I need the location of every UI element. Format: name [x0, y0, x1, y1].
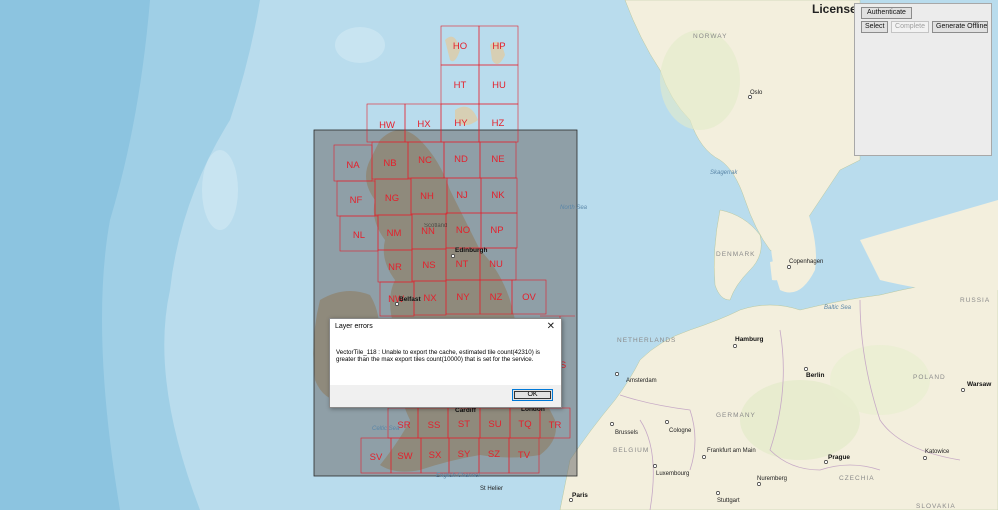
grid-label: NR	[388, 262, 402, 273]
country-label: RUSSIA	[960, 297, 990, 304]
map-view[interactable]: HO HP HT HU HW HX HY HZ NA NB NC ND NE N…	[0, 0, 998, 510]
country-label: SLOVAKIA	[916, 503, 956, 510]
sea-label: North Sea	[560, 205, 588, 211]
dialog-body: VectorTile_118 : Unable to export the ca…	[330, 335, 561, 385]
country-label: DENMARK	[716, 251, 756, 258]
country-label: POLAND	[913, 374, 946, 381]
grid-label: OV	[522, 292, 536, 303]
grid-label: NE	[491, 154, 504, 165]
grid-label: SS	[428, 420, 441, 431]
country-label: NETHERLANDS	[617, 337, 676, 344]
complete-button[interactable]: Complete	[891, 21, 929, 33]
grid-label: HT	[454, 80, 467, 91]
generate-offline-button[interactable]: Generate Offline	[932, 21, 988, 33]
dialog-title: Layer errors	[335, 323, 373, 330]
license-label: License	[812, 2, 857, 16]
grid-label: NF	[350, 195, 363, 206]
place-label: Amsterdam	[626, 378, 657, 384]
grid-label: NL	[353, 230, 365, 241]
toolbar-panel: Authenticate Select Complete Generate Of…	[854, 3, 992, 156]
grid-label: NS	[422, 260, 435, 271]
place-label: Belfast	[399, 296, 422, 303]
grid-label: TR	[549, 420, 562, 431]
ok-button[interactable]: OK	[512, 389, 553, 401]
grid-label: SZ	[488, 449, 500, 460]
sea-label: Celtic Sea	[372, 426, 400, 432]
grid-label: NH	[420, 191, 434, 202]
place-label: Edinburgh	[455, 247, 488, 254]
grid-label: NO	[456, 225, 470, 236]
place-label: Katowice	[925, 449, 950, 455]
grid-label: NP	[490, 225, 503, 236]
grid-label: NB	[383, 158, 396, 169]
place-label: Paris	[572, 492, 588, 499]
grid-label: NC	[418, 155, 432, 166]
country-label: GERMANY	[716, 412, 756, 419]
grid-label: NY	[456, 292, 470, 303]
place-label: Berlin	[806, 372, 824, 379]
grid-label: SV	[370, 452, 383, 463]
place-label: Hamburg	[735, 336, 764, 343]
error-message: VectorTile_118 : Unable to export the ca…	[336, 349, 540, 364]
grid-label: TQ	[518, 419, 531, 430]
grid-label: HY	[454, 118, 468, 129]
grid-label: HZ	[492, 118, 505, 129]
grid-label: HU	[492, 80, 506, 91]
grid-label: ST	[458, 419, 470, 430]
grid-label: ND	[454, 154, 468, 165]
sea-label: Baltic Sea	[824, 305, 852, 311]
grid-label: SX	[429, 450, 442, 461]
grid-label: SU	[488, 419, 501, 430]
place-label: Copenhagen	[789, 259, 823, 265]
grid-label: SR	[397, 420, 410, 431]
place-label: St Helier	[480, 486, 503, 492]
grid-label: NM	[387, 228, 402, 239]
grid-label: NZ	[490, 292, 503, 303]
dialog-titlebar: Layer errors ✕	[330, 319, 561, 335]
place-label: Luxembourg	[656, 471, 689, 477]
grid-label: TV	[518, 450, 531, 461]
layer-errors-dialog: Layer errors ✕ VectorTile_118 : Unable t…	[329, 318, 562, 408]
export-extent	[313, 129, 578, 477]
grid-label: NG	[385, 193, 399, 204]
authenticate-button[interactable]: Authenticate	[861, 7, 912, 19]
grid-label: NU	[489, 259, 503, 270]
place-label: Frankfurt am Main	[707, 448, 756, 454]
grid-label: NX	[423, 293, 437, 304]
place-label: Warsaw	[967, 381, 992, 388]
country-label: CZECHIA	[839, 475, 875, 482]
place-label: Cardiff	[455, 407, 477, 414]
grid-label: SW	[397, 451, 412, 462]
place-label: Oslo	[750, 90, 763, 96]
grid-label: HP	[492, 41, 505, 52]
grid-label: NK	[491, 190, 505, 201]
sea-label: Skagerrak	[710, 170, 738, 176]
country-label: BELGIUM	[613, 447, 649, 454]
grid-label: NT	[456, 259, 469, 270]
place-label: Brussels	[615, 430, 638, 436]
grid-label: SY	[458, 449, 471, 460]
grid-label: NJ	[456, 190, 468, 201]
grid-label: HO	[453, 41, 467, 52]
grid-label: HX	[417, 119, 431, 130]
grid-label: NA	[346, 160, 360, 171]
place-label: Nuremberg	[757, 476, 787, 482]
place-label: Stuttgart	[717, 498, 740, 504]
sea-label: English Channel	[436, 473, 480, 479]
close-icon[interactable]: ✕	[547, 321, 555, 332]
grid-label: HW	[379, 120, 395, 131]
place-label: Prague	[828, 454, 850, 461]
select-button[interactable]: Select	[861, 21, 888, 33]
place-label: Scotland	[424, 223, 447, 229]
place-label: Cologne	[669, 428, 692, 434]
country-label: NORWAY	[693, 33, 727, 40]
